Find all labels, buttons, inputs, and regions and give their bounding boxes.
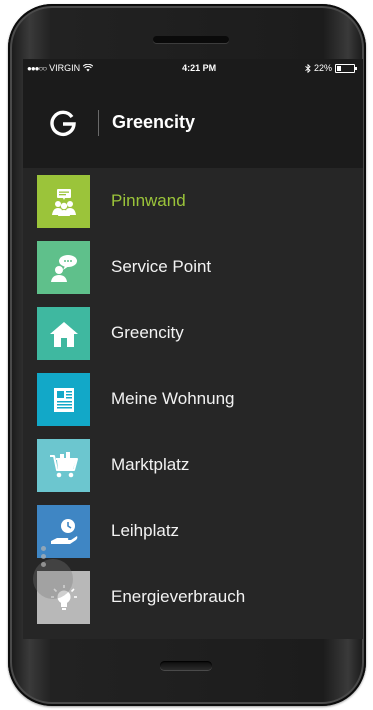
app-title: Greencity bbox=[112, 112, 196, 132]
menu-item-greencity[interactable]: Greencity bbox=[23, 300, 363, 366]
greencity-logo bbox=[50, 110, 76, 136]
carrier-name: VIRGIN bbox=[49, 63, 81, 73]
menu-item-pinnwand[interactable]: Pinnwand bbox=[23, 168, 363, 234]
newspaper-icon bbox=[53, 387, 74, 412]
battery-icon bbox=[335, 63, 357, 73]
menu-tile bbox=[37, 307, 90, 360]
status-bar: ●●●○○ VIRGIN 4:21 PM 22% bbox=[23, 59, 363, 77]
menu-item-label: Pinnwand bbox=[111, 191, 186, 210]
menu-item-leihplatz[interactable]: Leihplatz bbox=[23, 498, 363, 564]
service-chat-icon bbox=[50, 254, 77, 282]
status-right: 22% bbox=[305, 63, 357, 73]
menu-item-energieverbrauch[interactable]: Energieverbrauch bbox=[23, 564, 363, 630]
navigation-menu: Pinnwand Service Point Greencity Meine W… bbox=[23, 168, 363, 630]
overlay-dot bbox=[41, 546, 46, 551]
earpiece-speaker bbox=[153, 36, 229, 43]
menu-item-label: Meine Wohnung bbox=[111, 389, 235, 408]
menu-tile bbox=[37, 373, 90, 426]
menu-item-label: Marktplatz bbox=[111, 455, 190, 474]
menu-tile bbox=[37, 439, 90, 492]
bluetooth-icon bbox=[305, 63, 311, 73]
app-screen: ●●●○○ VIRGIN 4:21 PM 22% Greencity Pinnw… bbox=[23, 59, 363, 639]
phone-frame: ●●●○○ VIRGIN 4:21 PM 22% Greencity Pinnw… bbox=[8, 4, 366, 706]
menu-item-label: Greencity bbox=[111, 323, 184, 342]
header-divider bbox=[98, 109, 99, 136]
menu-item-marktplatz[interactable]: Marktplatz bbox=[23, 432, 363, 498]
wifi-icon bbox=[83, 64, 94, 72]
menu-tile bbox=[37, 241, 90, 294]
app-header: Greencity bbox=[23, 77, 363, 168]
home-icon bbox=[49, 321, 78, 347]
assistive-touch-overlay[interactable] bbox=[33, 546, 73, 599]
menu-tile bbox=[37, 175, 90, 228]
status-time: 4:21 PM bbox=[182, 63, 217, 73]
home-button[interactable] bbox=[160, 661, 212, 670]
signal-strength-icon: ●●●○○ bbox=[27, 63, 47, 73]
menu-item-service-point[interactable]: Service Point bbox=[23, 234, 363, 300]
overlay-dot bbox=[41, 554, 46, 559]
status-left: ●●●○○ VIRGIN bbox=[27, 63, 94, 73]
menu-item-label: Service Point bbox=[111, 257, 212, 276]
community-board-icon bbox=[51, 188, 76, 216]
battery-level-fill bbox=[337, 65, 341, 71]
menu-item-label: Leihplatz bbox=[111, 521, 180, 540]
clock-hand-icon bbox=[50, 518, 77, 544]
menu-item-label: Energieverbrauch bbox=[111, 587, 246, 606]
menu-item-meine-wohnung[interactable]: Meine Wohnung bbox=[23, 366, 363, 432]
battery-percent: 22% bbox=[313, 63, 332, 73]
overlay-dot bbox=[41, 562, 46, 567]
shopping-cart-icon bbox=[49, 451, 78, 477]
